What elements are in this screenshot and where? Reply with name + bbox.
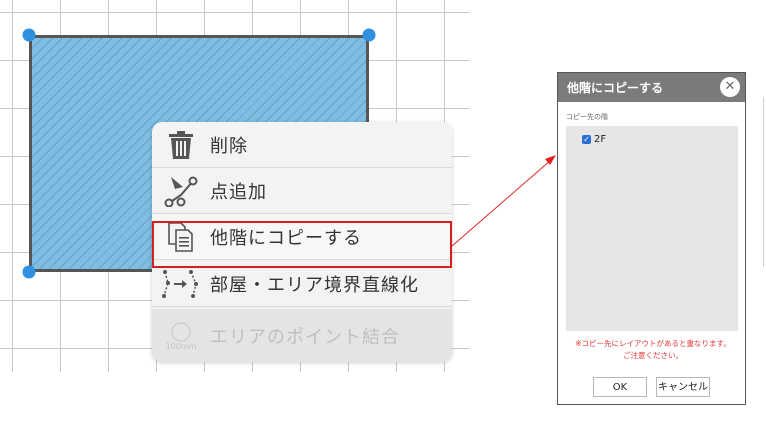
ok-button[interactable]: OK <box>593 377 647 397</box>
menu-item-copy-to-other-floor[interactable]: 他階にコピーする <box>152 214 452 260</box>
menu-item-label: 部屋・エリア境界直線化 <box>210 274 419 296</box>
floor-list: ✓ 2F <box>566 126 738 331</box>
warning-line: ※コピー先にレイアウトがあると重なります。 <box>575 339 731 348</box>
list-item[interactable]: ✓ 2F <box>582 134 606 145</box>
menu-item-merge-area-points: 100mm エリアのポイント結合 <box>152 309 452 362</box>
room-vertex-handle[interactable] <box>362 28 376 42</box>
dialog-title: 他階にコピーする <box>567 81 664 95</box>
dialog-header: 他階にコピーする ✕ <box>558 73 745 102</box>
divider <box>763 97 764 267</box>
copy-document-icon <box>152 214 210 260</box>
straighten-icon <box>152 261 210 307</box>
floor-label: 2F <box>594 134 607 145</box>
menu-item-delete[interactable]: 削除 <box>152 122 452 168</box>
menu-item-label: エリアのポイント結合 <box>210 326 400 348</box>
menu-item-add-point[interactable]: 点追加 <box>152 168 452 214</box>
add-point-icon <box>152 168 210 214</box>
merge-points-icon: 100mm <box>152 313 210 359</box>
close-icon[interactable]: ✕ <box>720 77 740 97</box>
copy-to-floor-dialog: 他階にコピーする ✕ コピー先の階 ✓ 2F ※コピー先にレイアウトがあると重な… <box>557 72 746 405</box>
cancel-button[interactable]: キャンセル <box>656 377 710 397</box>
menu-item-label: 削除 <box>210 135 248 157</box>
trash-icon <box>152 122 210 168</box>
warning-line: ご注意ください。 <box>623 351 683 360</box>
context-menu: 削除 点追加 他階にコピーする 部屋・エリア境界直線化 100mm エリアのポイ… <box>152 122 452 362</box>
merge-points-icon-text: 100mm <box>166 342 197 351</box>
menu-item-label: 他階にコピーする <box>210 227 362 249</box>
room-vertex-handle[interactable] <box>22 265 36 279</box>
menu-item-label: 点追加 <box>210 181 267 203</box>
menu-item-straighten-boundary[interactable]: 部屋・エリア境界直線化 <box>152 261 452 307</box>
checkbox-checked-icon[interactable]: ✓ <box>582 135 591 144</box>
room-vertex-handle[interactable] <box>22 28 36 42</box>
dialog-section-label: コピー先の階 <box>566 113 608 121</box>
warning-text: ※コピー先にレイアウトがあると重なります。 ご注意ください。 <box>566 338 740 362</box>
